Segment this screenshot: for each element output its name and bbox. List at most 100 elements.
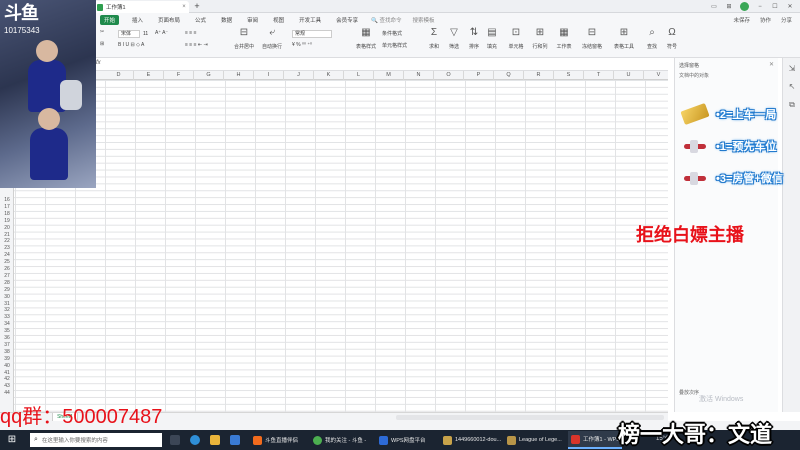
row-header-cell[interactable]: 33 — [0, 314, 14, 321]
column-header-cell[interactable]: T — [584, 71, 614, 80]
command-search[interactable]: 🔍 查找命令 — [371, 16, 401, 24]
cond-format-button[interactable]: 条件格式 — [382, 30, 402, 37]
currency-icons[interactable]: ¥ % ⁰⁰ ⁺⁰ — [292, 42, 312, 48]
task-view-icon[interactable] — [170, 435, 180, 445]
row-header-cell[interactable]: 34 — [0, 321, 14, 328]
column-header-cell[interactable]: J — [284, 71, 314, 80]
row-header-cell[interactable]: 29 — [0, 287, 14, 294]
spreadsheet-grid[interactable]: DEFGHIJKLMNOPQRSTUV 16 17 18 19 20 21 22 23 24 25… — [0, 71, 668, 412]
row-header-cell[interactable]: 32 — [0, 307, 14, 314]
row-header-cell[interactable]: 19 — [0, 218, 14, 225]
row-header-cell[interactable]: 36 — [0, 335, 14, 342]
table-tools-button[interactable]: ⊞ 表格工具 — [610, 28, 638, 51]
share-button[interactable]: 分享 — [781, 16, 792, 24]
font-size-select[interactable]: 11 — [143, 30, 153, 38]
table-style-button[interactable]: ▦ 表格样式 — [352, 28, 380, 51]
align-left-icon[interactable]: ≡ ≡ ≡ ⇤ ⇥ — [185, 42, 208, 48]
freeze-button[interactable]: ⊟ 冻结窗格 — [578, 28, 606, 51]
avatar[interactable] — [740, 2, 749, 11]
store-icon[interactable] — [230, 435, 240, 445]
row-header-cell[interactable]: 39 — [0, 356, 14, 363]
taskbar-app-active[interactable]: 工作簿1 - WPS — [568, 431, 622, 449]
menu-developer[interactable]: 开发工具 — [297, 15, 323, 25]
row-header-cell[interactable]: 21 — [0, 232, 14, 239]
merge-center-button[interactable]: ⊟ 合并居中 — [230, 28, 258, 51]
column-header-cell[interactable]: V — [644, 71, 668, 80]
collaborate-button[interactable]: 协作 — [760, 16, 771, 24]
menu-insert[interactable]: 插入 — [130, 15, 145, 25]
bold-italic-icons[interactable]: B I U ⊟ ◇ A — [118, 42, 144, 48]
row-header-cell[interactable]: 24 — [0, 252, 14, 259]
row-header-cell[interactable]: 27 — [0, 273, 14, 280]
cut-icon[interactable]: ✂ — [100, 29, 104, 35]
number-format-select[interactable]: 常规 — [292, 30, 332, 38]
menu-page-layout[interactable]: 页面布局 — [156, 15, 182, 25]
taskbar-app[interactable]: 斗鱼直播伴侣 — [250, 431, 306, 449]
menu-member[interactable]: 会员专享 — [334, 15, 360, 25]
column-header-cell[interactable]: K — [314, 71, 344, 80]
close-button[interactable]: ✕ — [786, 3, 794, 10]
taskbar-app[interactable]: WPS网盘平台 — [376, 431, 436, 449]
column-header-cell[interactable]: N — [404, 71, 434, 80]
menu-view[interactable]: 视图 — [271, 15, 286, 25]
folder-icon[interactable] — [210, 435, 220, 445]
row-header-cell[interactable]: 20 — [0, 225, 14, 232]
maximize-button[interactable]: ☐ — [771, 3, 779, 10]
row-header-cell[interactable]: 30 — [0, 294, 14, 301]
row-header-cell[interactable]: 41 — [0, 370, 14, 377]
layers-icon[interactable]: ⧉ — [787, 100, 797, 110]
row-header-cell[interactable]: 38 — [0, 349, 14, 356]
column-header-cell[interactable]: F — [164, 71, 194, 80]
wrap-text-button[interactable]: ⤶ 自动换行 — [258, 28, 286, 51]
formula-bar[interactable]: fx — [96, 58, 668, 71]
stack-order-label[interactable]: 叠放次序 — [679, 389, 699, 396]
cell-area[interactable] — [14, 80, 668, 412]
edge-icon[interactable] — [190, 435, 200, 445]
row-header-cell[interactable]: 35 — [0, 328, 14, 335]
cursor-icon[interactable]: ↖ — [787, 82, 797, 91]
template-search[interactable]: 搜索模板 — [413, 16, 435, 24]
column-header-cell[interactable]: D — [104, 71, 134, 80]
row-header-cell[interactable]: 43 — [0, 383, 14, 390]
column-header-cell[interactable]: U — [614, 71, 644, 80]
taskbar-app[interactable]: League of Lege... — [504, 431, 566, 449]
expand-icon[interactable]: ⇲ — [787, 64, 797, 73]
close-icon[interactable]: ✕ — [769, 61, 774, 68]
column-header-cell[interactable]: H — [224, 71, 254, 80]
row-header-cell[interactable]: 37 — [0, 342, 14, 349]
fx-icon[interactable]: fx — [96, 60, 101, 66]
row-header-cell[interactable]: 23 — [0, 245, 14, 252]
document-tab[interactable]: 工作簿1 × — [93, 1, 189, 13]
row-header-cell[interactable]: 22 — [0, 238, 14, 245]
menu-formulas[interactable]: 公式 — [193, 15, 208, 25]
close-tab-icon[interactable]: × — [179, 4, 189, 10]
new-tab-button[interactable]: + — [192, 1, 202, 12]
row-header-cell[interactable]: 28 — [0, 280, 14, 287]
menu-home[interactable]: 开始 — [100, 15, 120, 25]
column-header-cell[interactable]: M — [374, 71, 404, 80]
layout-icon[interactable]: ▭ — [710, 3, 718, 10]
border-icon[interactable]: ⊞ — [100, 41, 104, 47]
row-header-cell[interactable]: 31 — [0, 301, 14, 308]
column-header-cell[interactable]: I — [254, 71, 284, 80]
symbol-button[interactable]: Ω 符号 — [658, 28, 686, 51]
row-header-cell[interactable]: 18 — [0, 211, 14, 218]
column-header-cell[interactable]: L — [344, 71, 374, 80]
worksheet-button[interactable]: ▦ 工作表 — [550, 28, 578, 51]
row-header-cell[interactable]: 40 — [0, 363, 14, 370]
unsaved-status[interactable]: 未保存 — [733, 16, 750, 24]
row-header-cell[interactable]: 17 — [0, 204, 14, 211]
font-grow-icon[interactable]: A⁺ A⁻ — [155, 30, 168, 36]
menu-review[interactable]: 审阅 — [245, 15, 260, 25]
row-header-cell[interactable]: 25 — [0, 259, 14, 266]
font-name-select[interactable]: 宋体 — [118, 30, 140, 38]
column-header-cell[interactable]: G — [194, 71, 224, 80]
row-header-cell[interactable]: 16 — [0, 197, 14, 204]
taskbar-search[interactable]: ⌕ 在这里输入你要搜索的内容 — [30, 433, 162, 447]
taskbar-app[interactable]: 我的关注 - 斗鱼 - — [310, 431, 372, 449]
menu-data[interactable]: 数据 — [219, 15, 234, 25]
windows-start-icon[interactable]: ⊞ — [6, 434, 18, 446]
row-header-cell[interactable]: 26 — [0, 266, 14, 273]
row-header-cell[interactable]: 44 — [0, 390, 14, 397]
align-top-icon[interactable]: ≡ ≡ ≡ — [185, 30, 197, 36]
